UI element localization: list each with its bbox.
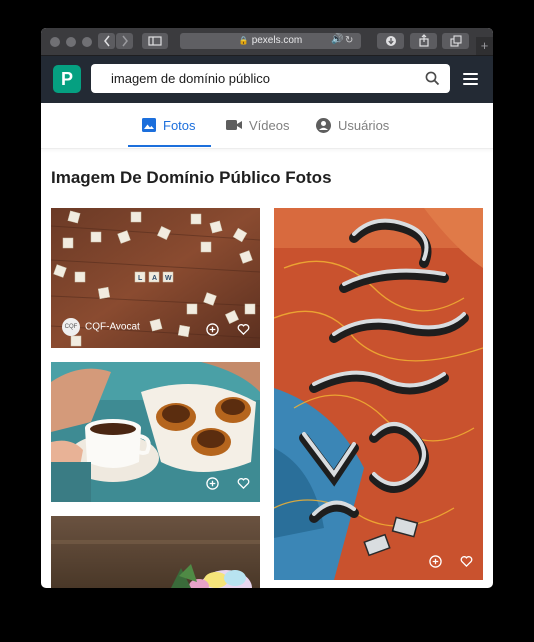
svg-text:W: W: [165, 275, 172, 282]
share-icon: [418, 34, 429, 47]
pexels-logo[interactable]: P: [53, 65, 81, 93]
page-title: Imagem De Domínio Público Fotos: [51, 168, 332, 187]
heart-icon[interactable]: [237, 477, 250, 490]
photo-card[interactable]: L A W CQF CQF-Avocat: [51, 208, 260, 348]
photo-actions: [192, 475, 250, 493]
photo-actions: [192, 321, 250, 339]
author-avatar: CQF: [62, 318, 80, 337]
downloads-button[interactable]: [377, 33, 404, 49]
tab-label: Usuários: [338, 118, 390, 133]
sidebar-button[interactable]: [142, 33, 168, 49]
share-button[interactable]: [410, 33, 437, 49]
tab-fotos[interactable]: Fotos: [142, 103, 196, 148]
photo-card[interactable]: [51, 362, 260, 502]
speaker-icon[interactable]: 🔊: [331, 32, 343, 48]
download-icon: [385, 36, 396, 46]
search-input[interactable]: imagem de domínio público: [91, 64, 450, 93]
photo-cupcake-image: [51, 516, 260, 588]
minimize-window-button[interactable]: [66, 37, 76, 47]
photo-card[interactable]: [51, 516, 260, 588]
zoom-window-button[interactable]: [82, 37, 92, 47]
media-type-tabs: Fotos Vídeos Usuários: [41, 103, 493, 149]
heart-icon[interactable]: [460, 555, 473, 568]
photo-letters-image: [274, 208, 483, 580]
add-to-collection-icon[interactable]: [205, 323, 219, 336]
reload-icon[interactable]: ↻: [345, 33, 353, 49]
search-query: imagem de domínio público: [111, 71, 270, 86]
svg-text:A: A: [152, 275, 157, 282]
svg-text:L: L: [138, 275, 143, 282]
photo-author[interactable]: CQF CQF-Avocat: [62, 318, 140, 337]
browser-toolbar: 🔒 pexels.com 🔊 ↻ +: [41, 28, 493, 56]
search-icon[interactable]: [425, 71, 440, 86]
forward-button[interactable]: [116, 33, 133, 49]
tab-label: Fotos: [163, 118, 196, 133]
site-header: P imagem de domínio público: [41, 56, 493, 103]
tabs-overview-button[interactable]: [442, 33, 469, 49]
lock-icon: 🔒: [238, 36, 249, 45]
add-to-collection-icon[interactable]: [428, 555, 442, 568]
video-camera-icon: [226, 120, 242, 131]
back-button[interactable]: [98, 33, 115, 49]
sidebar-icon: [148, 36, 162, 46]
hamburger-menu-icon[interactable]: [463, 73, 478, 88]
user-circle-icon: [316, 117, 331, 133]
browser-window: 🔒 pexels.com 🔊 ↻ + P imagem de domínio pú…: [41, 28, 493, 588]
tab-videos[interactable]: Vídeos: [226, 103, 289, 148]
author-name: CQF-Avocat: [85, 322, 140, 333]
tab-label: Vídeos: [249, 118, 290, 133]
new-tab-button[interactable]: +: [476, 37, 493, 55]
close-window-button[interactable]: [50, 37, 60, 47]
image-icon: [142, 118, 156, 133]
photo-actions: [415, 553, 473, 571]
tab-usuarios[interactable]: Usuários: [316, 103, 389, 148]
url-text: pexels.com: [251, 35, 303, 46]
active-tab-indicator: [128, 145, 211, 147]
chevron-left-icon: [103, 35, 110, 47]
heart-icon[interactable]: [237, 323, 250, 336]
photo-card[interactable]: [274, 208, 483, 580]
add-to-collection-icon[interactable]: [205, 477, 219, 490]
address-bar[interactable]: 🔒 pexels.com 🔊 ↻: [180, 33, 361, 49]
tabs-icon: [449, 35, 462, 47]
chevron-right-icon: [121, 35, 128, 47]
